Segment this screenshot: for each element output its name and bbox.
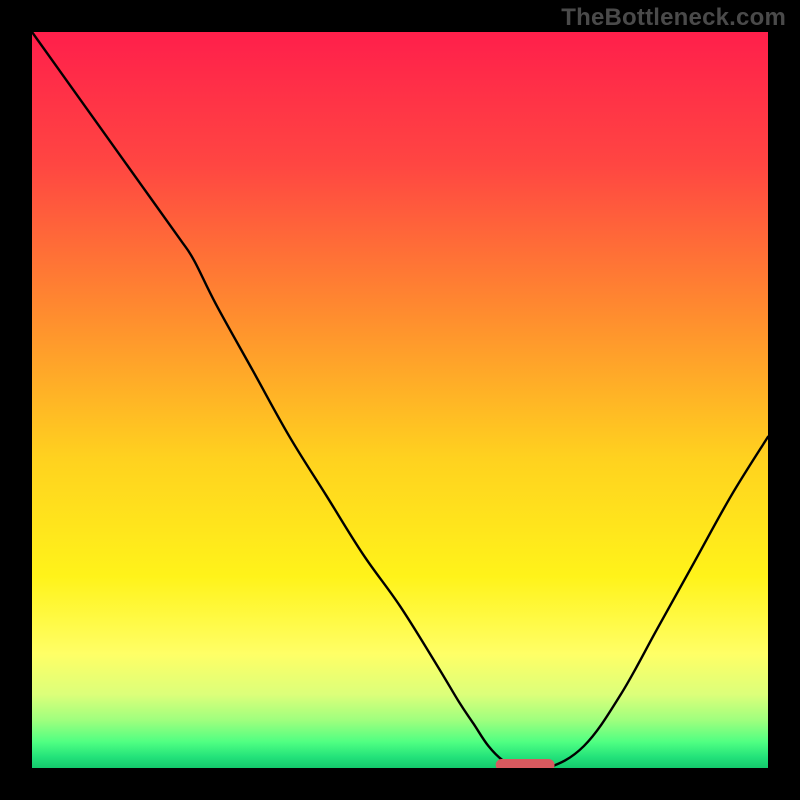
chart-svg (32, 32, 768, 768)
optimal-marker (496, 759, 555, 768)
chart-frame: TheBottleneck.com (0, 0, 800, 800)
gradient-background (32, 32, 768, 768)
watermark-text: TheBottleneck.com (561, 4, 786, 32)
plot-area (32, 32, 768, 768)
